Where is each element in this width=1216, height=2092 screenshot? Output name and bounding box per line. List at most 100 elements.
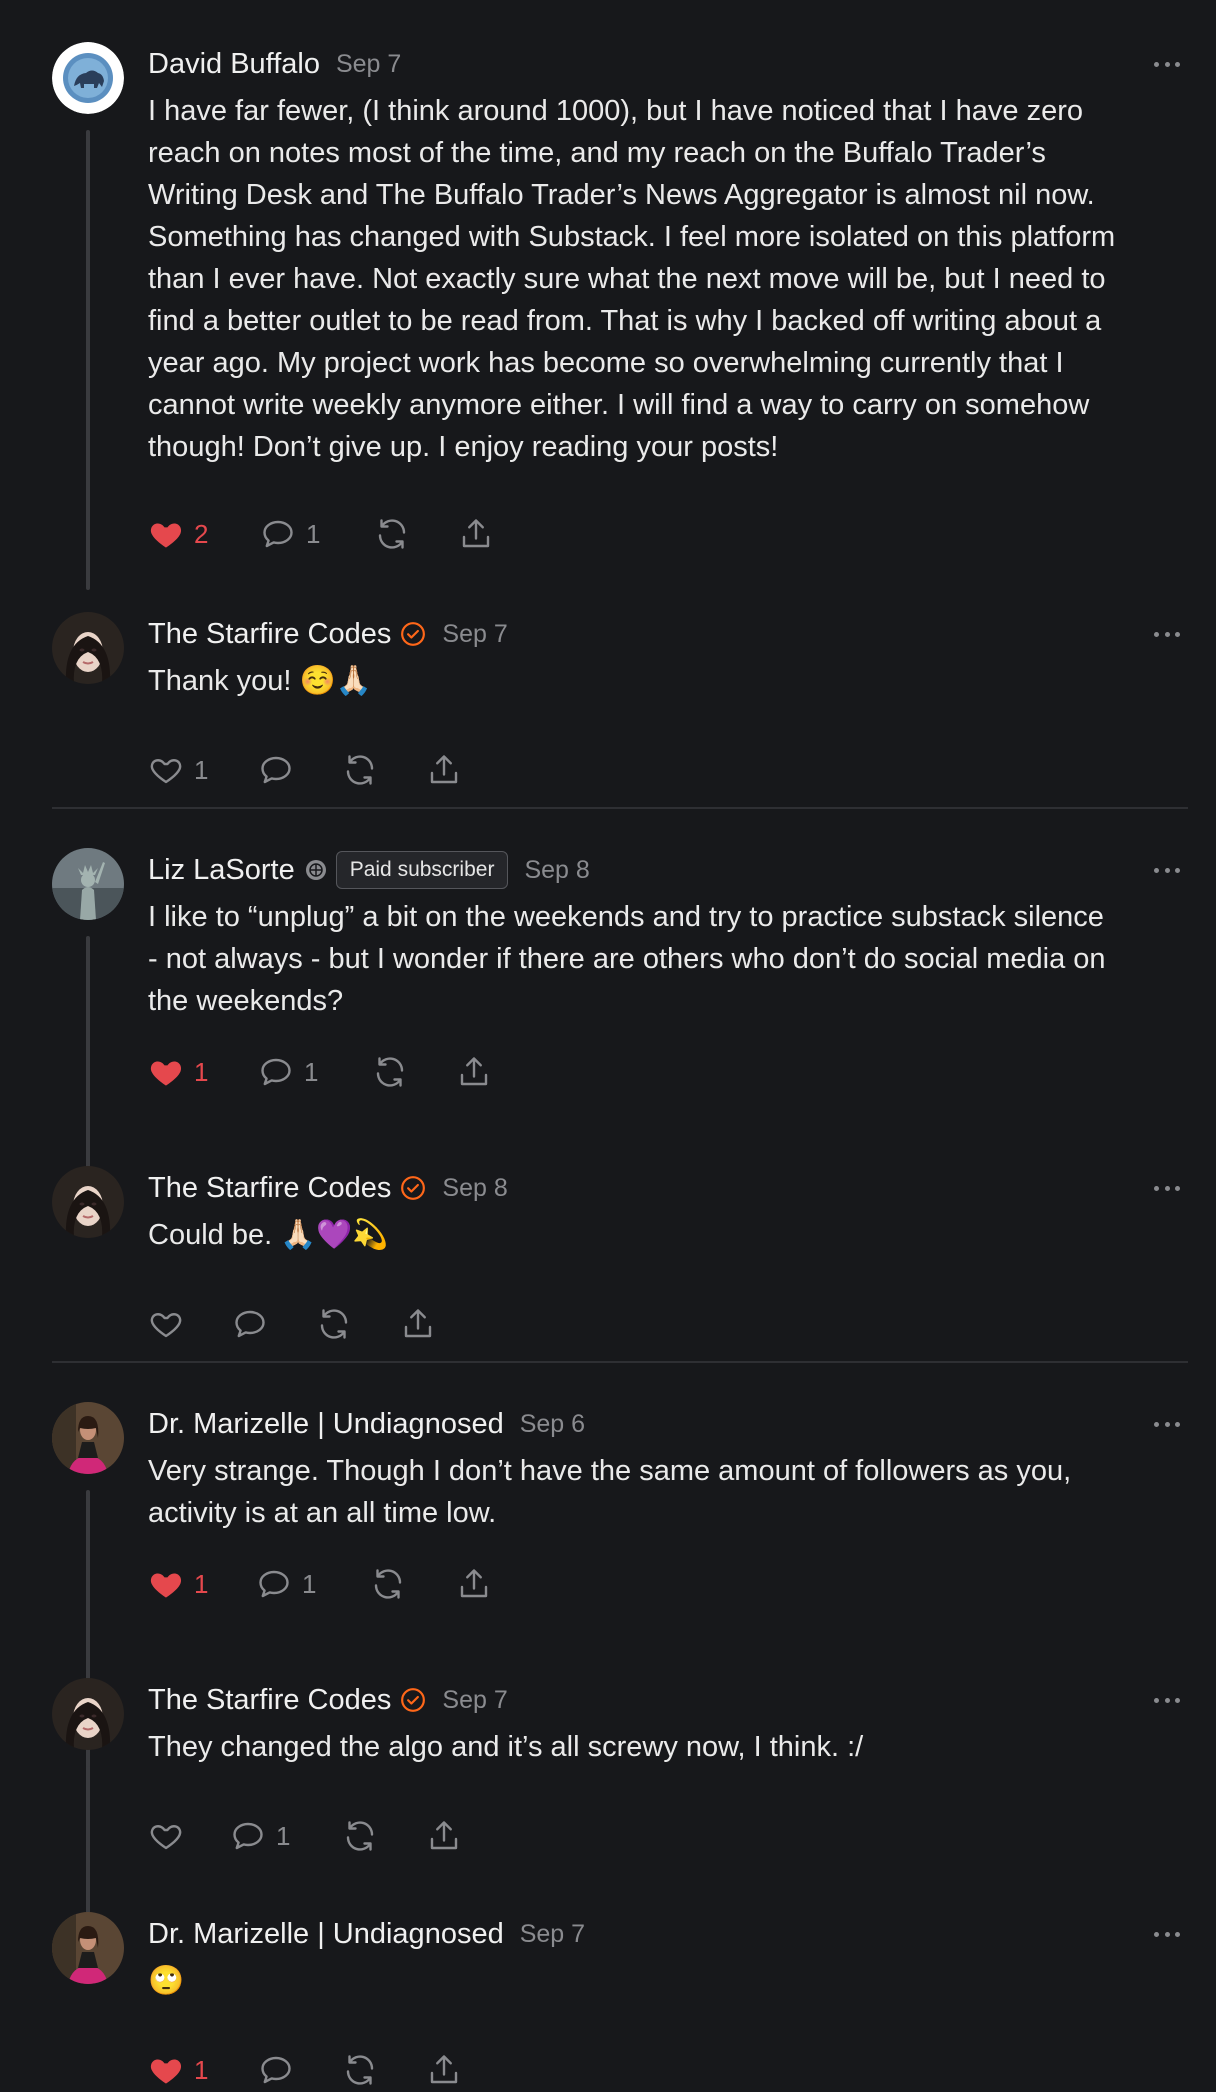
like-count: 2	[194, 518, 209, 549]
heart-icon	[150, 1573, 182, 1598]
heart-icon	[150, 1313, 182, 1338]
comment-date[interactable]: Sep 7	[442, 1686, 507, 1715]
comment-text: Could be. 🙏🏻💜💫	[148, 1219, 389, 1251]
restack-button[interactable]	[372, 1054, 408, 1090]
comment-button[interactable]: 1	[258, 1054, 318, 1090]
author-name[interactable]: Dr. Marizelle | Undiagnosed	[148, 1918, 504, 1951]
more-icon[interactable]	[1154, 1924, 1180, 1944]
share-button[interactable]	[458, 516, 494, 552]
divider	[52, 807, 1188, 809]
comment-count: 1	[302, 1568, 317, 1599]
comment-date[interactable]: Sep 6	[520, 1410, 585, 1439]
comment-button[interactable]: 1	[230, 1818, 290, 1854]
avatar[interactable]	[52, 1402, 124, 1474]
comment-date[interactable]: Sep 7	[336, 50, 401, 79]
share-icon	[404, 1309, 432, 1338]
comment-icon	[263, 520, 293, 548]
comment-text: They changed the algo and it’s all screw…	[148, 1731, 864, 1763]
comment-button[interactable]	[258, 2052, 294, 2088]
restack-icon	[346, 2055, 374, 2085]
share-button[interactable]	[426, 1818, 462, 1854]
more-icon[interactable]	[1154, 1178, 1180, 1198]
comment-header: David Buffalo Sep 7	[148, 44, 401, 84]
share-icon	[462, 519, 490, 548]
share-button[interactable]	[426, 2052, 462, 2088]
comment-header: The Starfire Codes Sep 8	[148, 1168, 508, 1208]
restack-icon	[374, 1569, 402, 1599]
share-button[interactable]	[426, 752, 462, 788]
comment-text: I have far fewer, (I think around 1000),…	[148, 95, 1116, 463]
like-button[interactable]: 1	[148, 2052, 208, 2088]
like-button[interactable]: 1	[148, 752, 208, 788]
comment-header: The Starfire Codes Sep 7	[148, 614, 508, 654]
comment-text: 🙄	[148, 1965, 185, 1997]
comment-date[interactable]: Sep 8	[442, 1174, 507, 1203]
comment-date[interactable]: Sep 7	[520, 1920, 585, 1949]
comment-date[interactable]: Sep 8	[524, 856, 589, 885]
share-button[interactable]	[456, 1054, 492, 1090]
avatar[interactable]	[52, 612, 124, 684]
restack-button[interactable]	[342, 752, 378, 788]
verified-check-icon	[401, 1176, 426, 1200]
verified-check-icon	[401, 1688, 426, 1712]
divider	[52, 1361, 1188, 1363]
like-button[interactable]: 2	[148, 516, 208, 552]
avatar[interactable]	[52, 42, 124, 114]
comment-text: Thank you! ☺️🙏🏻	[148, 665, 372, 697]
avatar[interactable]	[52, 1166, 124, 1238]
restack-button[interactable]	[342, 1818, 378, 1854]
comment-header: Liz LaSorte Paid subscriber Sep 8	[148, 850, 590, 890]
comment-text: Very strange. Though I don’t have the sa…	[148, 1455, 1072, 1529]
comment-button[interactable]	[232, 1306, 268, 1342]
like-button[interactable]: 1	[148, 1054, 208, 1090]
comment-count: 1	[306, 518, 321, 549]
more-icon[interactable]	[1154, 860, 1180, 880]
comment-icon	[233, 1822, 263, 1850]
heart-icon	[150, 1825, 182, 1850]
like-button[interactable]	[148, 1306, 184, 1342]
author-name[interactable]: Dr. Marizelle | Undiagnosed	[148, 1408, 504, 1441]
like-count: 1	[194, 754, 209, 785]
subscriber-badge: Paid subscriber	[335, 851, 509, 889]
like-count: 1	[194, 2054, 209, 2085]
more-icon[interactable]	[1154, 54, 1180, 74]
author-name[interactable]: The Starfire Codes	[148, 1172, 391, 1205]
comment-icon	[261, 756, 291, 784]
share-icon	[430, 2055, 458, 2084]
comment-header: Dr. Marizelle | Undiagnosed Sep 6	[148, 1404, 585, 1444]
restack-button[interactable]	[370, 1566, 406, 1602]
share-button[interactable]	[400, 1306, 436, 1342]
avatar[interactable]	[52, 1678, 124, 1750]
restack-icon	[346, 755, 374, 785]
restack-button[interactable]	[374, 516, 410, 552]
restack-button[interactable]	[316, 1306, 352, 1342]
more-icon[interactable]	[1154, 624, 1180, 644]
heart-icon	[150, 523, 182, 548]
more-icon[interactable]	[1154, 1690, 1180, 1710]
comment-button[interactable]	[258, 752, 294, 788]
avatar[interactable]	[52, 1912, 124, 1984]
author-name[interactable]: Liz LaSorte	[148, 854, 295, 887]
thread-line	[86, 130, 90, 590]
avatar[interactable]	[52, 848, 124, 920]
comment-header: The Starfire Codes Sep 7	[148, 1680, 508, 1720]
comment-date[interactable]: Sep 7	[442, 620, 507, 649]
comment-icon	[235, 1310, 265, 1338]
more-icon[interactable]	[1154, 1414, 1180, 1434]
like-button[interactable]	[148, 1818, 184, 1854]
author-name[interactable]: The Starfire Codes	[148, 1684, 391, 1717]
like-button[interactable]: 1	[148, 1566, 208, 1602]
restack-icon	[376, 1057, 404, 1087]
comment-text: I like to “unplug” a bit on the weekends…	[148, 901, 1106, 1017]
restack-button[interactable]	[342, 2052, 378, 2088]
author-name[interactable]: The Starfire Codes	[148, 618, 391, 651]
comment-button[interactable]: 1	[260, 516, 320, 552]
comment-button[interactable]: 1	[256, 1566, 316, 1602]
verified-check-icon	[401, 622, 426, 646]
author-name[interactable]: David Buffalo	[148, 48, 320, 81]
share-button[interactable]	[456, 1566, 492, 1602]
comment-icon	[259, 1570, 289, 1598]
heart-icon	[150, 2059, 182, 2084]
restack-icon	[320, 1309, 348, 1339]
comment-icon	[261, 1058, 291, 1086]
